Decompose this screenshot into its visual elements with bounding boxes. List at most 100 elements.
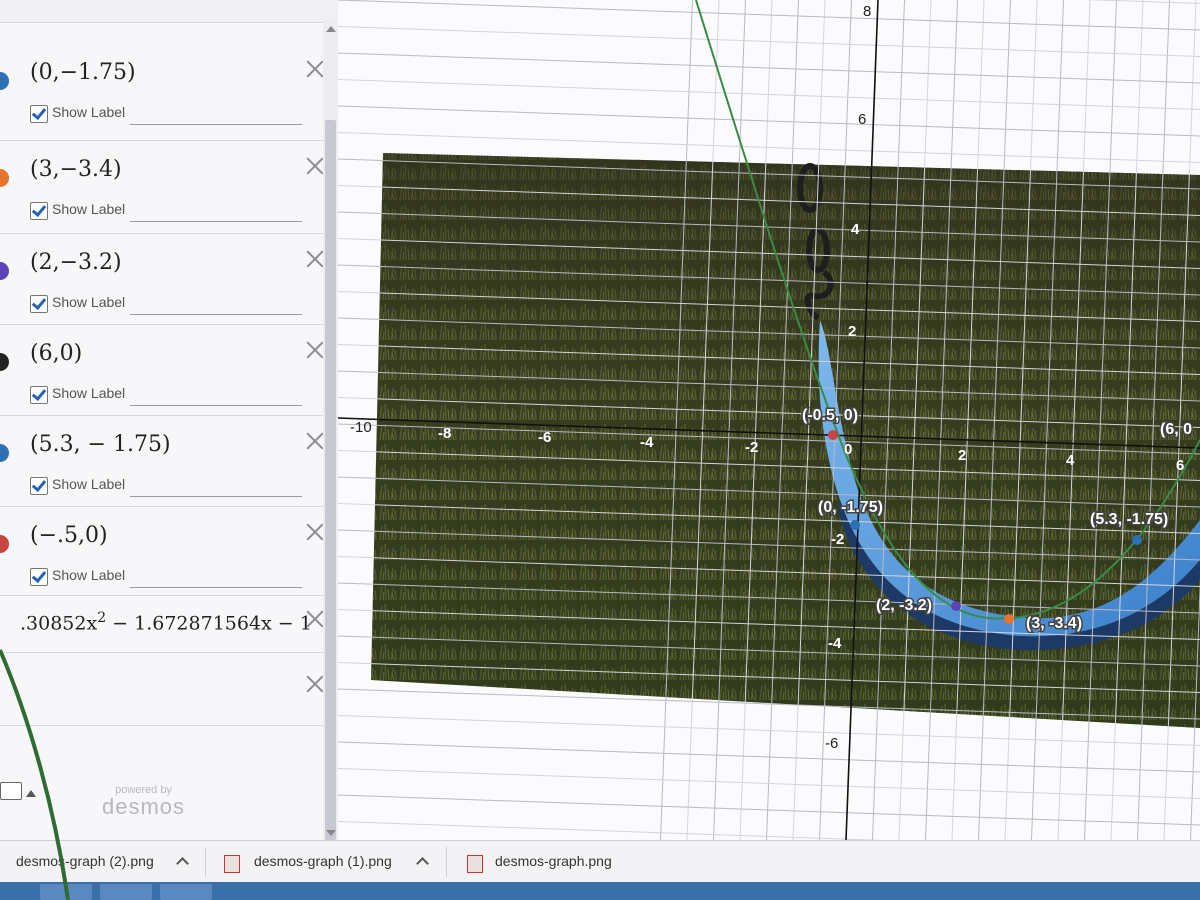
expression-row-point-neg0.5-0[interactable]: (−.5,0) Show Label	[0, 507, 334, 596]
x-tick-label: 2	[958, 447, 966, 464]
file-icon	[224, 855, 240, 873]
grid-line	[338, 0, 1200, 31]
x-tick-label: 0	[844, 441, 852, 458]
label-input[interactable]	[130, 496, 302, 497]
download-filename[interactable]: desmos-graph.png	[495, 853, 612, 869]
x-tick-label: -10	[350, 419, 372, 436]
expression-math[interactable]: (6,0)	[30, 341, 82, 366]
download-item[interactable]: desmos-graph (2).png	[0, 841, 205, 883]
point-label: (0, -1.75)	[818, 499, 883, 516]
color-dot[interactable]	[0, 353, 9, 371]
download-item[interactable]: desmos-graph.png	[447, 841, 687, 883]
point-label: (-0.5, 0)	[802, 407, 858, 424]
expression-list-scrollbar[interactable]	[323, 20, 338, 840]
y-tick-label: 4	[851, 221, 860, 238]
download-item[interactable]: desmos-graph (1).png	[206, 841, 446, 883]
grid-line	[1085, 0, 1200, 4]
y-tick-label: -6	[825, 735, 838, 752]
label-input[interactable]	[130, 405, 302, 406]
x-tick-label: -8	[438, 425, 451, 442]
taskbar-button[interactable]	[100, 884, 152, 900]
expression-exponent: 2	[97, 610, 107, 626]
x-tick-label: -6	[538, 429, 551, 446]
chevron-up-icon[interactable]	[176, 857, 189, 870]
keyboard-icon[interactable]	[0, 782, 22, 800]
point-2-neg3.2[interactable]	[951, 601, 961, 611]
show-label-checkbox[interactable]	[30, 202, 48, 220]
color-dot[interactable]	[0, 262, 9, 280]
x-tick-label: -2	[745, 439, 758, 456]
desmos-wordmark: desmos	[102, 794, 186, 819]
grid-line	[338, 794, 1200, 826]
expression-row-empty[interactable]	[0, 653, 334, 726]
label-input[interactable]	[130, 587, 302, 588]
point-label: (5.3, -1.75)	[1090, 511, 1168, 528]
expression-row-point-0-neg1.75[interactable]: (0,−1.75) Show Label	[0, 44, 334, 141]
color-dot[interactable]	[0, 535, 9, 553]
show-label-text: Show Label	[52, 104, 126, 120]
point-label: (2, -3.2)	[876, 597, 932, 614]
expression-term-b: − 1.672871564x − 1	[106, 612, 312, 635]
scrollbar-thumb[interactable]	[325, 120, 336, 840]
chevron-up-icon[interactable]	[416, 857, 429, 870]
x-tick-label: -4	[640, 434, 654, 451]
point-label: (6, 0	[1160, 421, 1192, 438]
scroll-down-icon[interactable]	[326, 830, 336, 836]
show-label-text: Show Label	[52, 294, 126, 310]
expression-row-parabola[interactable]: .30852x2 − 1.672871564x − 1	[0, 596, 334, 653]
file-icon	[467, 855, 483, 873]
x-tick-label: 4	[1066, 452, 1075, 469]
y-tick-label: -2	[831, 531, 844, 548]
graph-paper[interactable]: -10 -8 -6 -4 -2 0 2 4 6 8 6 4 2 -2 -4 -6…	[338, 0, 1200, 840]
show-label-checkbox[interactable]	[30, 105, 48, 123]
y-tick-label: 2	[848, 323, 856, 340]
show-label-checkbox[interactable]	[30, 477, 48, 495]
expression-math[interactable]: (2,−3.2)	[30, 250, 122, 275]
point-neg0.5-0[interactable]	[828, 430, 838, 440]
show-label-checkbox[interactable]	[30, 295, 48, 313]
download-filename[interactable]: desmos-graph (2).png	[16, 853, 154, 869]
expression-math[interactable]: (5.3, − 1.75)	[30, 432, 171, 457]
color-dot[interactable]	[0, 169, 9, 187]
show-label-text: Show Label	[52, 567, 126, 583]
expression-list-header	[0, 0, 338, 23]
x-tick-label: 6	[1176, 457, 1184, 474]
show-label-checkbox[interactable]	[30, 568, 48, 586]
expression-row-point-3-neg3.4[interactable]: (3,−3.4) Show Label	[0, 141, 334, 234]
point-5.3-neg1.75[interactable]	[1132, 535, 1142, 545]
show-label-text: Show Label	[52, 476, 126, 492]
y-tick-label: -4	[828, 635, 842, 652]
taskbar-button[interactable]	[40, 884, 92, 900]
expression-math[interactable]: .30852x2 − 1.672871564x − 1	[20, 610, 312, 634]
point-3-neg3.4[interactable]	[1004, 614, 1014, 624]
expression-row-point-5.3-neg1.75[interactable]: (5.3, − 1.75) Show Label	[0, 416, 334, 507]
grid-line	[338, 26, 1200, 57]
expression-term-a: .30852x	[20, 612, 98, 635]
powered-by-desmos-logo: powered by desmos	[102, 784, 185, 820]
show-label-text: Show Label	[52, 385, 126, 401]
y-tick-label: 8	[863, 3, 871, 20]
grid-line	[338, 105, 1200, 137]
graph-svg[interactable]: -10 -8 -6 -4 -2 0 2 4 6 8 6 4 2 -2 -4 -6…	[338, 0, 1200, 840]
show-label-text: Show Label	[52, 201, 126, 217]
caret-up-icon[interactable]	[26, 790, 36, 797]
color-dot[interactable]	[0, 444, 9, 462]
label-input[interactable]	[130, 221, 302, 222]
show-label-checkbox[interactable]	[30, 386, 48, 404]
download-filename[interactable]: desmos-graph (1).png	[254, 853, 392, 869]
expression-row-point-6-0[interactable]: (6,0) Show Label	[0, 325, 334, 416]
expression-math[interactable]: (0,−1.75)	[30, 60, 136, 85]
taskbar-button[interactable]	[160, 884, 212, 900]
label-input[interactable]	[130, 124, 302, 125]
color-dot[interactable]	[0, 72, 9, 90]
point-0-neg1.75[interactable]	[850, 520, 860, 530]
expression-row-point-2-neg3.2[interactable]: (2,−3.2) Show Label	[0, 234, 334, 325]
os-taskbar	[0, 882, 1200, 900]
expression-math[interactable]: (3,−3.4)	[30, 157, 122, 182]
grid-line	[338, 821, 884, 840]
expression-math[interactable]: (−.5,0)	[30, 523, 108, 548]
scroll-up-icon[interactable]	[326, 26, 336, 32]
y-tick-label: 6	[858, 111, 866, 128]
label-input[interactable]	[130, 314, 302, 315]
downloads-bar: desmos-graph (2).png desmos-graph (1).pn…	[0, 840, 1200, 883]
